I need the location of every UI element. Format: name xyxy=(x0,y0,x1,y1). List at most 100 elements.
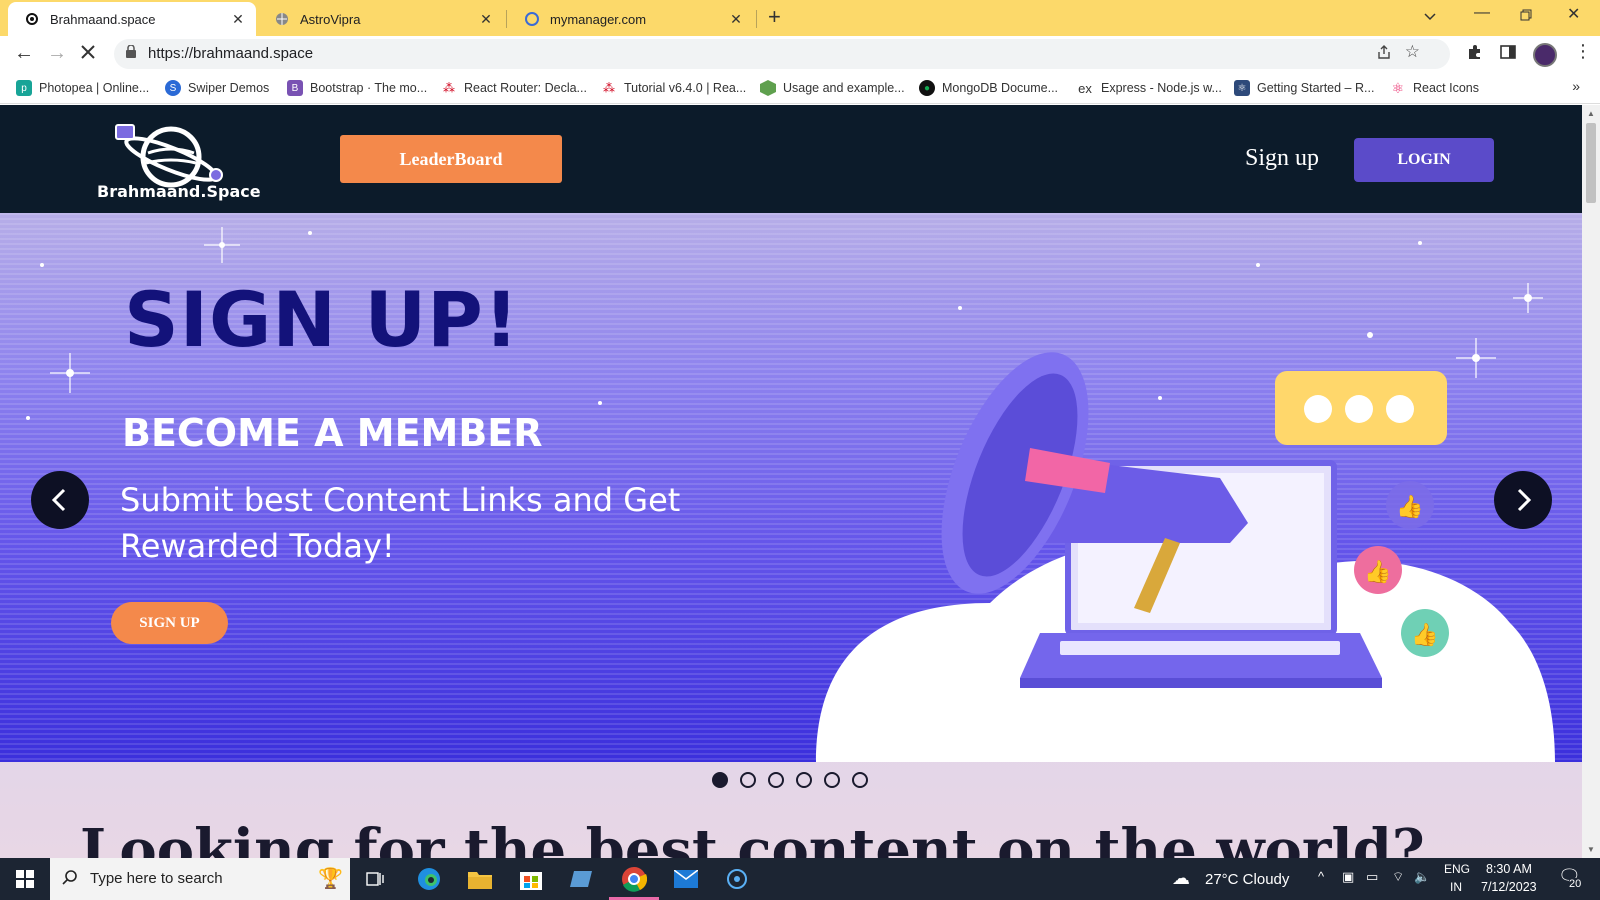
tab-search-chevron-icon[interactable] xyxy=(1424,8,1436,26)
bookmark-label: Tutorial v6.4.0 | Rea... xyxy=(624,81,747,95)
stop-loading-icon[interactable] xyxy=(80,43,96,66)
wifi-icon[interactable]: ⌔ xyxy=(1392,869,1404,885)
tab-brahmaand[interactable]: Brahmaand.space ✕ xyxy=(8,2,256,36)
carousel-dot-3[interactable] xyxy=(768,772,784,788)
extensions-puzzle-icon[interactable] xyxy=(1467,44,1483,65)
more-menu-icon[interactable]: ⋮ xyxy=(1574,41,1592,62)
browser-toolbar: ← → https://brahmaand.space ☆ ⋮ xyxy=(0,36,1600,74)
lock-icon[interactable] xyxy=(126,44,136,61)
forward-arrow-icon[interactable]: → xyxy=(47,42,67,65)
bookmark-label: Getting Started – R... xyxy=(1257,81,1375,95)
web-page: Brahmaand.Space LeaderBoard Sign up LOGI… xyxy=(0,105,1582,858)
leaderboard-button[interactable]: LeaderBoard xyxy=(340,135,562,183)
bootstrap-icon: B xyxy=(287,80,303,96)
carousel-dot-1[interactable] xyxy=(712,772,728,788)
bookmark-swiper[interactable]: S Swiper Demos xyxy=(165,80,269,96)
bookmark-label: MongoDB Docume... xyxy=(942,81,1059,95)
bookmark-express[interactable]: ex Express - Node.js w... xyxy=(1076,80,1222,96)
swiper-icon: S xyxy=(165,80,181,96)
login-button[interactable]: LOGIN xyxy=(1354,138,1494,182)
tab-title: Brahmaand.space xyxy=(50,11,156,27)
scroll-up-arrow-icon[interactable]: ▲ xyxy=(1587,109,1595,118)
bookmark-label: Express - Node.js w... xyxy=(1101,81,1222,95)
bookmark-tutorial[interactable]: ⁂ Tutorial v6.4.0 | Rea... xyxy=(601,80,746,96)
bookmark-star-icon[interactable]: ☆ xyxy=(1405,42,1420,62)
restore-icon[interactable] xyxy=(1520,8,1532,26)
bookmark-react-icons[interactable]: ⚛ React Icons xyxy=(1390,80,1479,96)
battery-icon[interactable]: ▭ xyxy=(1366,869,1378,885)
clock-date[interactable]: 7/12/2023 xyxy=(1481,880,1537,894)
language-indicator[interactable]: ENG xyxy=(1444,862,1470,876)
chevron-up-icon[interactable]: ^ xyxy=(1318,869,1324,884)
volume-icon[interactable]: 🔈 xyxy=(1414,869,1430,885)
tab-title: mymanager.com xyxy=(550,11,647,27)
hero-signup-button[interactable]: SIGN UP xyxy=(111,602,228,644)
photopea-icon: p xyxy=(16,80,32,96)
url-text[interactable]: https://brahmaand.space xyxy=(148,45,313,62)
back-arrow-icon[interactable]: ← xyxy=(14,42,34,65)
windows-start-icon[interactable] xyxy=(16,870,34,888)
side-panel-icon[interactable] xyxy=(1500,44,1516,65)
globe-icon xyxy=(274,11,290,27)
bookmark-label: Swiper Demos xyxy=(188,81,270,95)
page-scrollbar[interactable]: ▲ ▼ xyxy=(1582,105,1600,858)
tab-astrovipra[interactable]: AstroVipra ✕ xyxy=(258,2,504,36)
bookmark-mongodb[interactable]: ● MongoDB Docume... xyxy=(919,80,1058,96)
bookmark-photopea[interactable]: p Photopea | Online... xyxy=(16,80,149,96)
carousel-next-button[interactable] xyxy=(1494,471,1552,529)
react-icon: ⚛ xyxy=(1234,80,1250,96)
brahmaand-favicon-icon xyxy=(24,11,40,27)
window-close-icon[interactable]: ✕ xyxy=(1567,4,1580,24)
carousel-dot-4[interactable] xyxy=(796,772,812,788)
task-view-icon[interactable] xyxy=(360,864,390,894)
carousel-prev-button[interactable] xyxy=(31,471,89,529)
carousel-dot-2[interactable] xyxy=(740,772,756,788)
mymanager-favicon-icon xyxy=(524,11,540,27)
weather-text[interactable]: 27°C Cloudy xyxy=(1205,871,1289,888)
hero-description: Submit best Content Links and Get Reward… xyxy=(120,481,681,565)
address-bar[interactable]: https://brahmaand.space ☆ xyxy=(114,39,1450,69)
close-icon[interactable]: ✕ xyxy=(228,11,248,28)
react-icon: ⚛ xyxy=(1391,79,1405,96)
scroll-down-arrow-icon[interactable]: ▼ xyxy=(1587,845,1595,854)
chrome-browser-icon[interactable] xyxy=(609,864,659,900)
clock-time[interactable]: 8:30 AM xyxy=(1486,862,1532,876)
taskbar-search[interactable]: Type here to search 🏆 xyxy=(50,858,350,900)
nodejs-hexagon-icon xyxy=(760,80,776,96)
bookmark-label: React Router: Decla... xyxy=(464,81,587,95)
tab-mymanager[interactable]: mymanager.com ✕ xyxy=(508,2,754,36)
share-icon[interactable] xyxy=(1376,44,1392,64)
bookmark-getting-started[interactable]: ⚛ Getting Started – R... xyxy=(1234,80,1374,96)
minimize-icon[interactable]: — xyxy=(1474,4,1490,22)
file-explorer-icon[interactable] xyxy=(465,864,495,894)
carousel-dot-5[interactable] xyxy=(824,772,840,788)
bookmark-usage[interactable]: Usage and example... xyxy=(760,80,905,96)
microsoft-store-icon[interactable] xyxy=(516,864,546,894)
carousel-dot-6[interactable] xyxy=(852,772,868,788)
app-icon[interactable] xyxy=(567,864,597,894)
weather-cloud-icon: ☁ xyxy=(1172,868,1190,888)
profile-avatar[interactable] xyxy=(1533,43,1557,67)
search-highlight-icon: 🏆 xyxy=(318,868,343,890)
bookmarks-bar: p Photopea | Online... S Swiper Demos B … xyxy=(0,74,1600,104)
bookmark-label: React Icons xyxy=(1413,81,1480,95)
scrollbar-thumb[interactable] xyxy=(1586,123,1596,203)
more-bookmarks-icon[interactable]: » xyxy=(1572,78,1580,94)
new-tab-plus-icon[interactable]: + xyxy=(768,4,781,30)
meet-now-icon[interactable]: ▣ xyxy=(1342,869,1354,885)
mail-icon[interactable] xyxy=(671,864,701,894)
signup-link[interactable]: Sign up xyxy=(1245,145,1319,172)
windows-taskbar: Type here to search 🏆 ☁ 27°C Cloudy ^ ▣ … xyxy=(0,858,1600,900)
region-indicator[interactable]: IN xyxy=(1450,880,1462,894)
close-icon[interactable]: ✕ xyxy=(726,11,746,28)
close-icon[interactable]: ✕ xyxy=(476,11,496,28)
site-header: Brahmaand.Space LeaderBoard Sign up LOGI… xyxy=(0,105,1582,213)
edge-browser-icon[interactable] xyxy=(414,864,444,894)
cortana-icon[interactable] xyxy=(722,864,752,894)
bookmark-label: Usage and example... xyxy=(783,81,905,95)
logo-text: Brahmaand.Space xyxy=(97,182,261,201)
search-placeholder: Type here to search xyxy=(90,870,223,887)
bookmark-react-router[interactable]: ⁂ React Router: Decla... xyxy=(441,80,587,96)
bookmark-bootstrap[interactable]: B Bootstrap · The mo... xyxy=(287,80,427,96)
svg-text:👍: 👍 xyxy=(1411,622,1438,648)
